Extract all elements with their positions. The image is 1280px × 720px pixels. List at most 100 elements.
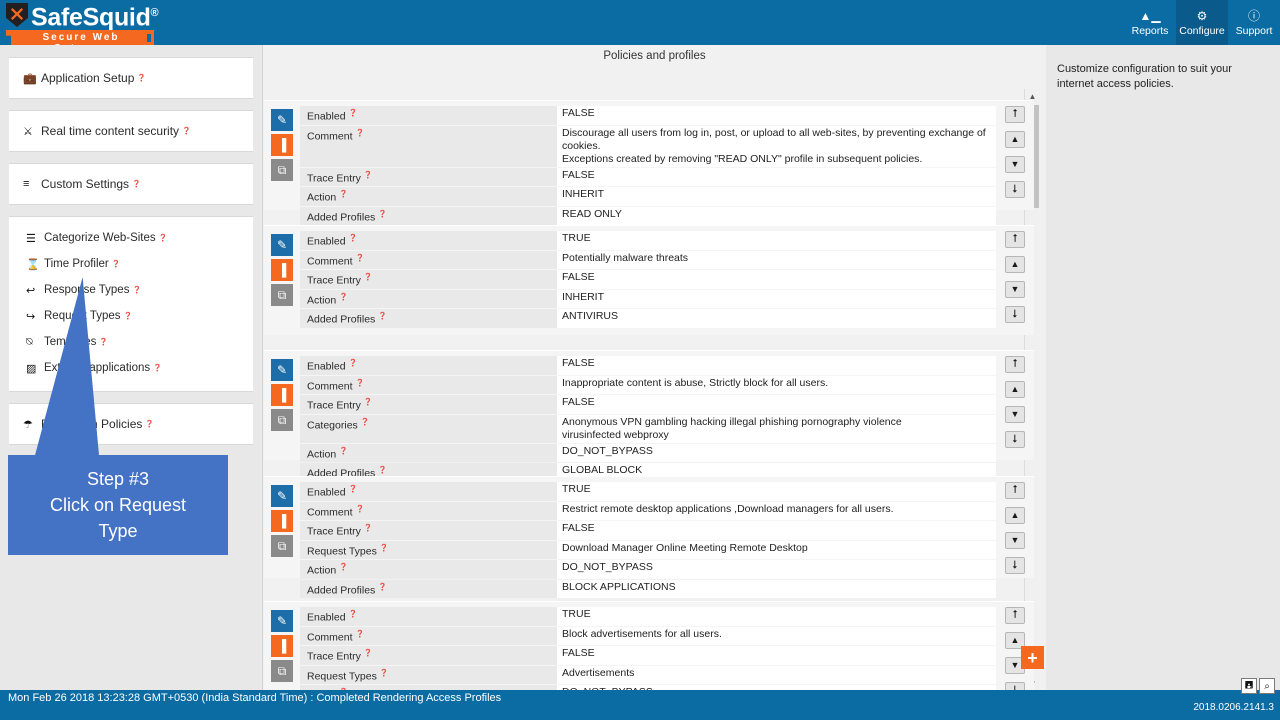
edit-policy-icon[interactable]: ✎ (271, 234, 293, 256)
policy-field-value[interactable]: Anonymous VPN gambling hacking illegal p… (557, 415, 996, 443)
sidebar-item-external-applications[interactable]: ▨ External applications ❓ (9, 355, 253, 381)
help-icon[interactable]: ❓ (182, 127, 191, 135)
policy-field-value[interactable]: FALSE (557, 168, 996, 187)
help-icon[interactable]: ❓ (364, 525, 373, 532)
policy-field-value[interactable]: FALSE (557, 270, 996, 289)
help-icon[interactable]: ❓ (356, 380, 365, 387)
move-up-button[interactable]: ▲ (1005, 381, 1025, 398)
policy-field-value[interactable]: INHERIT (557, 187, 996, 206)
move-to-bottom-button[interactable]: ⭣ (1005, 306, 1025, 323)
delete-policy-icon[interactable]: ▐ (271, 510, 293, 532)
help-icon[interactable]: ❓ (339, 294, 348, 301)
help-icon[interactable]: ❓ (361, 419, 370, 426)
help-icon[interactable]: ❓ (378, 584, 387, 591)
help-icon[interactable]: ❓ (378, 313, 387, 320)
edit-policy-icon[interactable]: ✎ (271, 109, 293, 131)
help-icon[interactable]: ❓ (349, 486, 358, 493)
move-to-top-button[interactable]: ⭡ (1005, 356, 1025, 373)
help-icon[interactable]: ❓ (137, 74, 146, 82)
save-icon[interactable]: 🖪 (1241, 678, 1257, 694)
policy-field-value[interactable]: ANTIVIRUS (557, 309, 996, 328)
policy-field-value[interactable]: FALSE (557, 646, 996, 665)
help-icon[interactable]: ❓ (349, 611, 358, 618)
help-icon[interactable]: ❓ (339, 448, 348, 455)
policy-field-value[interactable]: Download Manager Online Meeting Remote D… (557, 541, 996, 560)
delete-policy-icon[interactable]: ▐ (271, 134, 293, 156)
sidebar-item-request-types[interactable]: ↪ Request Types ❓ (9, 303, 253, 329)
edit-policy-icon[interactable]: ✎ (271, 610, 293, 632)
search-icon[interactable]: ⌕ (1259, 678, 1275, 694)
move-down-button[interactable]: ▼ (1005, 532, 1025, 549)
sidebar-item-time-profiler[interactable]: ⌛ Time Profiler ❓ (9, 251, 253, 277)
help-icon[interactable]: ❓ (145, 420, 154, 428)
help-icon[interactable]: ❓ (364, 399, 373, 406)
sidebar-item-templates[interactable]: ⍉ Templates ❓ (9, 329, 253, 355)
policy-field-value[interactable]: DO_NOT_BYPASS (557, 444, 996, 463)
policy-field-value[interactable]: Inappropriate content is abuse, Strictly… (557, 376, 996, 395)
help-icon[interactable]: ❓ (349, 360, 358, 367)
help-icon[interactable]: ❓ (339, 191, 348, 198)
help-icon[interactable]: ❓ (349, 235, 358, 242)
sidebar-item-categorize-web-sites[interactable]: ☰ Categorize Web-Sites ❓ (9, 225, 253, 251)
copy-policy-icon[interactable]: ⧉ (271, 409, 293, 431)
help-icon[interactable]: ❓ (378, 467, 387, 474)
help-icon[interactable]: ❓ (364, 274, 373, 281)
policy-field-value[interactable]: TRUE (557, 607, 996, 626)
move-to-top-button[interactable]: ⭡ (1005, 482, 1025, 499)
sidebar-item-response-types[interactable]: ↩ Response Types ❓ (9, 277, 253, 303)
policy-field-value[interactable]: TRUE (557, 231, 996, 250)
help-icon[interactable]: ❓ (339, 564, 348, 571)
help-icon[interactable]: ❓ (356, 130, 365, 137)
sidebar-item-application-setup[interactable]: 💼 Application Setup ❓ (9, 58, 253, 98)
help-icon[interactable]: ❓ (356, 631, 365, 638)
policy-field-value[interactable]: Block advertisements for all users. (557, 627, 996, 646)
help-icon[interactable]: ❓ (112, 260, 121, 268)
nav-item-configure[interactable]: ⚙ Configure (1176, 0, 1228, 45)
policy-field-value[interactable]: Restrict remote desktop applications ,Do… (557, 502, 996, 521)
help-icon[interactable]: ❓ (153, 364, 162, 372)
move-up-button[interactable]: ▲ (1005, 507, 1025, 524)
move-to-top-button[interactable]: ⭡ (1005, 231, 1025, 248)
policy-field-value[interactable]: DO_NOT_BYPASS (557, 560, 996, 579)
policy-field-value[interactable]: Discourage all users from log in, post, … (557, 126, 996, 167)
help-icon[interactable]: ❓ (132, 286, 141, 294)
policy-field-value[interactable]: READ ONLY (557, 207, 996, 226)
help-icon[interactable]: ❓ (349, 110, 358, 117)
edit-policy-icon[interactable]: ✎ (271, 485, 293, 507)
delete-policy-icon[interactable]: ▐ (271, 635, 293, 657)
delete-policy-icon[interactable]: ▐ (271, 384, 293, 406)
policy-field-value[interactable]: FALSE (557, 395, 996, 414)
move-to-bottom-button[interactable]: ⭣ (1005, 181, 1025, 198)
edit-policy-icon[interactable]: ✎ (271, 359, 293, 381)
move-to-bottom-button[interactable]: ⭣ (1005, 431, 1025, 448)
help-icon[interactable]: ❓ (378, 211, 387, 218)
sidebar-item-real-time-content-security[interactable]: ⚔ Real time content security ❓ (9, 111, 253, 151)
move-up-button[interactable]: ▲ (1005, 131, 1025, 148)
move-down-button[interactable]: ▼ (1005, 406, 1025, 423)
move-to-bottom-button[interactable]: ⭣ (1005, 557, 1025, 574)
help-icon[interactable]: ❓ (364, 172, 373, 179)
delete-policy-icon[interactable]: ▐ (271, 259, 293, 281)
policy-field-value[interactable]: Potentially malware threats (557, 251, 996, 270)
sidebar-item-custom-settings[interactable]: ≡ Custom Settings ❓ (9, 164, 253, 204)
move-to-top-button[interactable]: ⭡ (1005, 607, 1025, 624)
help-icon[interactable]: ❓ (380, 670, 389, 677)
policy-field-value[interactable]: TRUE (557, 482, 996, 501)
nav-item-support[interactable]: ⓘ Support (1228, 0, 1280, 45)
copy-policy-icon[interactable]: ⧉ (271, 284, 293, 306)
help-icon[interactable]: ❓ (364, 650, 373, 657)
policy-field-value[interactable]: INHERIT (557, 290, 996, 309)
policy-field-value[interactable]: BLOCK APPLICATIONS (557, 580, 996, 599)
policy-field-value[interactable]: FALSE (557, 106, 996, 125)
help-icon[interactable]: ❓ (356, 255, 365, 262)
policy-field-value[interactable]: FALSE (557, 521, 996, 540)
policy-field-value[interactable]: Advertisements (557, 666, 996, 685)
move-down-button[interactable]: ▼ (1005, 281, 1025, 298)
nav-item-reports[interactable]: ▲▁ Reports (1124, 0, 1176, 45)
help-icon[interactable]: ❓ (356, 506, 365, 513)
help-icon[interactable]: ❓ (132, 180, 141, 188)
copy-policy-icon[interactable]: ⧉ (271, 660, 293, 682)
add-policy-button[interactable]: + (1021, 646, 1044, 669)
help-icon[interactable]: ❓ (380, 545, 389, 552)
copy-policy-icon[interactable]: ⧉ (271, 535, 293, 557)
